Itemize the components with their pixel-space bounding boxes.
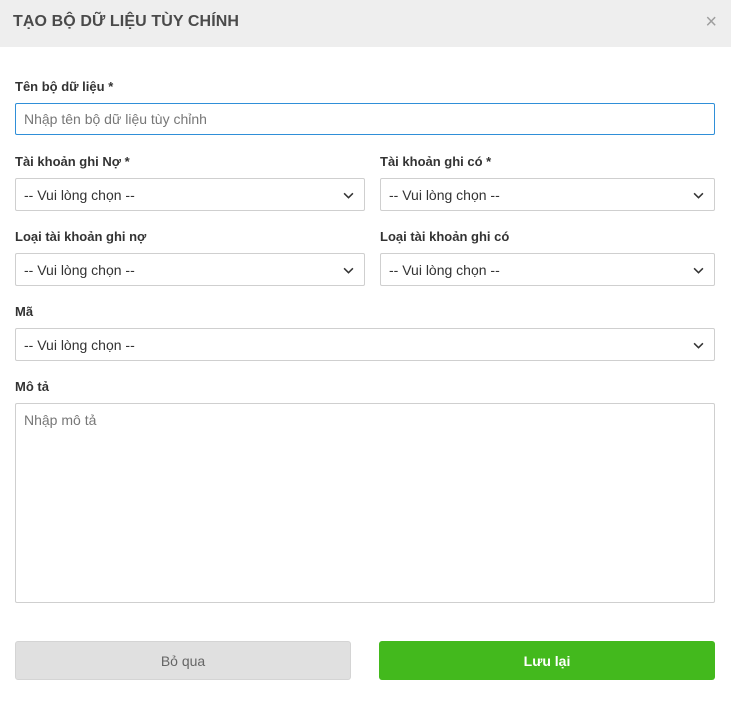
credit-account-type-value: -- Vui lòng chọn -- — [389, 262, 500, 278]
cancel-button[interactable]: Bỏ qua — [15, 641, 351, 680]
description-textarea[interactable] — [15, 403, 715, 603]
debit-account-select[interactable]: -- Vui lòng chọn -- — [15, 178, 365, 211]
description-label: Mô tả — [15, 379, 49, 394]
dialog-header: TẠO BỘ DỮ LIỆU TÙY CHÍNH × — [0, 0, 731, 47]
debit-account-type-select[interactable]: -- Vui lòng chọn -- — [15, 253, 365, 286]
credit-account-value: -- Vui lòng chọn -- — [389, 187, 500, 203]
chevron-down-icon — [693, 342, 704, 349]
chevron-down-icon — [693, 267, 704, 274]
credit-account-type-select[interactable]: -- Vui lòng chọn -- — [380, 253, 715, 286]
debit-account-type-label: Loại tài khoản ghi nợ — [15, 229, 147, 244]
debit-account-label: Tài khoản ghi Nợ * — [15, 154, 130, 169]
dialog-title: TẠO BỘ DỮ LIỆU TÙY CHÍNH — [13, 13, 240, 30]
save-button[interactable]: Lưu lại — [379, 641, 715, 680]
credit-account-type-label: Loại tài khoản ghi có — [380, 229, 510, 244]
chevron-down-icon — [343, 267, 354, 274]
custom-dataset-dialog: TẠO BỘ DỮ LIỆU TÙY CHÍNH × Tên bộ dữ liệ… — [0, 0, 731, 701]
credit-account-select[interactable]: -- Vui lòng chọn -- — [380, 178, 715, 211]
code-label: Mã — [15, 304, 34, 319]
credit-account-label: Tài khoản ghi có * — [380, 154, 492, 169]
close-icon[interactable]: × — [705, 12, 717, 32]
chevron-down-icon — [693, 192, 704, 199]
dataset-name-input[interactable] — [15, 103, 715, 135]
chevron-down-icon — [343, 192, 354, 199]
code-value: -- Vui lòng chọn -- — [24, 337, 135, 353]
debit-account-type-value: -- Vui lòng chọn -- — [24, 262, 135, 278]
dataset-name-label: Tên bộ dữ liệu * — [15, 79, 114, 94]
code-select[interactable]: -- Vui lòng chọn -- — [15, 328, 715, 361]
debit-account-value: -- Vui lòng chọn -- — [24, 187, 135, 203]
